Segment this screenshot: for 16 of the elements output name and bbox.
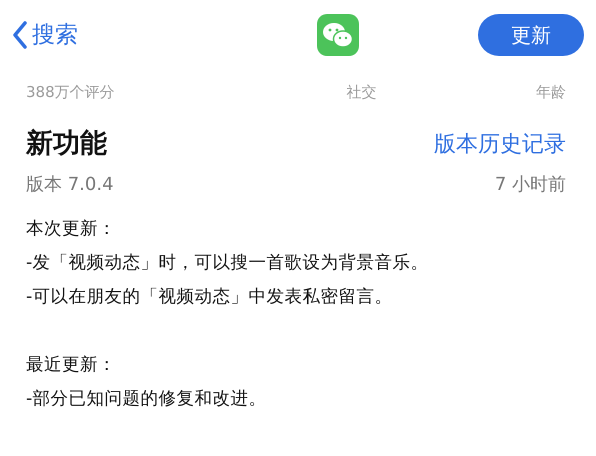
back-link[interactable]: 搜索 <box>12 18 78 52</box>
stat-label: 年龄 <box>536 82 566 103</box>
section-title: 新功能 <box>26 128 107 161</box>
note-line: -部分已知问题的修复和改进。 <box>26 388 268 411</box>
notes-heading: 本次更新： <box>26 218 117 241</box>
stat-label: 388万个评分 <box>26 82 115 103</box>
app-icon <box>317 14 359 56</box>
update-button[interactable]: 更新 <box>478 14 584 56</box>
note-line: -可以在朋友的「视频动态」中发表私密留言。 <box>26 286 394 309</box>
time-text: 7 小时前 <box>494 173 566 197</box>
notes-heading: 最近更新： <box>26 354 117 377</box>
version-history-link[interactable]: 版本历史记录 <box>434 128 566 161</box>
version-text: 版本 7.0.4 <box>26 173 114 197</box>
stat-label: 社交 <box>346 82 376 103</box>
note-line: -发「视频动态」时，可以搜一首歌设为背景音乐。 <box>26 252 430 275</box>
back-chevron-icon <box>12 21 28 49</box>
